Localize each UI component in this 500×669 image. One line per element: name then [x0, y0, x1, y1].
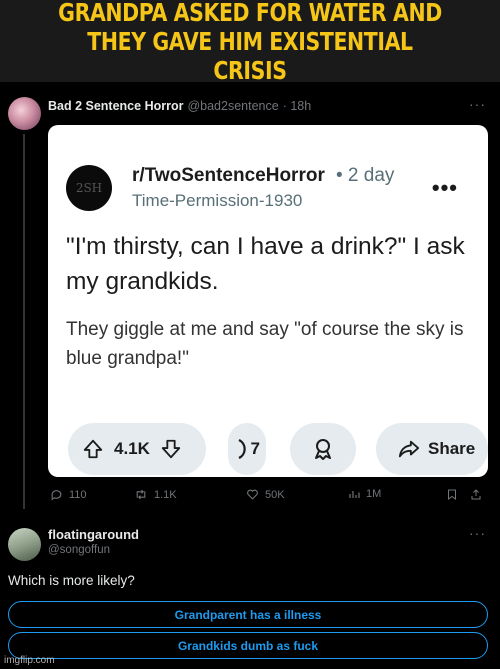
post-username: Time-Permission-1930	[132, 191, 303, 210]
subreddit-name: r/TwoSentenceHorror	[132, 165, 325, 186]
share-pill: Share	[376, 423, 488, 475]
post-body: They giggle at me and say "of course the…	[66, 319, 464, 369]
reply-icon	[51, 490, 62, 501]
reply-author-name[interactable]: floatingaround	[48, 527, 139, 542]
share-action[interactable]	[470, 488, 482, 501]
vote-pill: 4.1K	[68, 423, 206, 475]
reply-text: Which is more likely?	[8, 573, 135, 588]
views-count: 1M	[366, 488, 382, 500]
author-name[interactable]: Bad 2 Sentence Horror	[48, 99, 183, 113]
reply-author-handle[interactable]: @songoffun	[48, 544, 110, 556]
share-icon	[398, 440, 420, 458]
author-handle[interactable]: @bad2sentence	[187, 99, 278, 113]
post-title: "I'm thirsty, can I have a drink?" I ask…	[66, 233, 465, 295]
share-label: Share	[428, 439, 476, 458]
more-options-icon[interactable]: ···	[469, 96, 486, 112]
meme-caption: GRANDPA ASKED FOR WATER AND THEY GAVE HI…	[0, 0, 500, 85]
tweet[interactable]: Bad 2 Sentence Horror @bad2sentence · 18…	[0, 82, 500, 510]
vote-count: 4.1K	[114, 439, 150, 458]
bookmark-action[interactable]	[446, 488, 458, 501]
poll-option[interactable]: Grandkids dumb as fuck	[8, 632, 488, 659]
comment-icon	[237, 439, 246, 459]
thread-line	[23, 134, 25, 509]
reply-more-options-icon[interactable]: ···	[469, 525, 486, 541]
views-icon	[349, 491, 360, 498]
award-pill	[290, 423, 356, 475]
downvote-icon	[161, 439, 181, 459]
comment-pill: 7	[228, 423, 266, 475]
like-action[interactable]: 50K	[246, 488, 285, 501]
reply-author-avatar[interactable]	[8, 528, 41, 561]
bookmark-icon	[448, 489, 456, 500]
retweet-action[interactable]: 1.1K	[134, 488, 177, 501]
tweet-time[interactable]: · 18h	[283, 99, 312, 113]
subreddit-avatar-text: 2SH	[75, 181, 103, 195]
poll-option[interactable]: Grandparent has a illness	[8, 601, 488, 628]
author-avatar[interactable]	[8, 97, 41, 130]
award-icon	[315, 439, 331, 460]
reply-count: 110	[69, 488, 87, 501]
tweet-header: Bad 2 Sentence Horror @bad2sentence · 18…	[48, 99, 311, 113]
subreddit-avatar: 2SH	[66, 165, 112, 211]
tweet-actions: 110 1.1K 50K 1M	[48, 488, 488, 506]
post-time: • 2 day	[336, 165, 395, 186]
heart-icon	[247, 489, 258, 500]
upvote-icon	[83, 439, 103, 459]
reply-tweet[interactable]: floatingaround @songoffun ··· Which is m…	[0, 510, 500, 669]
retweet-count: 1.1K	[154, 488, 177, 501]
retweet-icon	[136, 489, 146, 500]
post-more-icon: •••	[431, 175, 458, 200]
comment-count: 7	[250, 439, 260, 458]
upload-icon	[471, 489, 481, 500]
reply-action[interactable]: 110	[50, 488, 87, 501]
watermark: imgflip.com	[4, 655, 55, 666]
views-action[interactable]: 1M	[348, 488, 381, 500]
caption-text: GRANDPA ASKED FOR WATER AND THEY GAVE HI…	[58, 0, 442, 85]
like-count: 50K	[265, 488, 285, 501]
